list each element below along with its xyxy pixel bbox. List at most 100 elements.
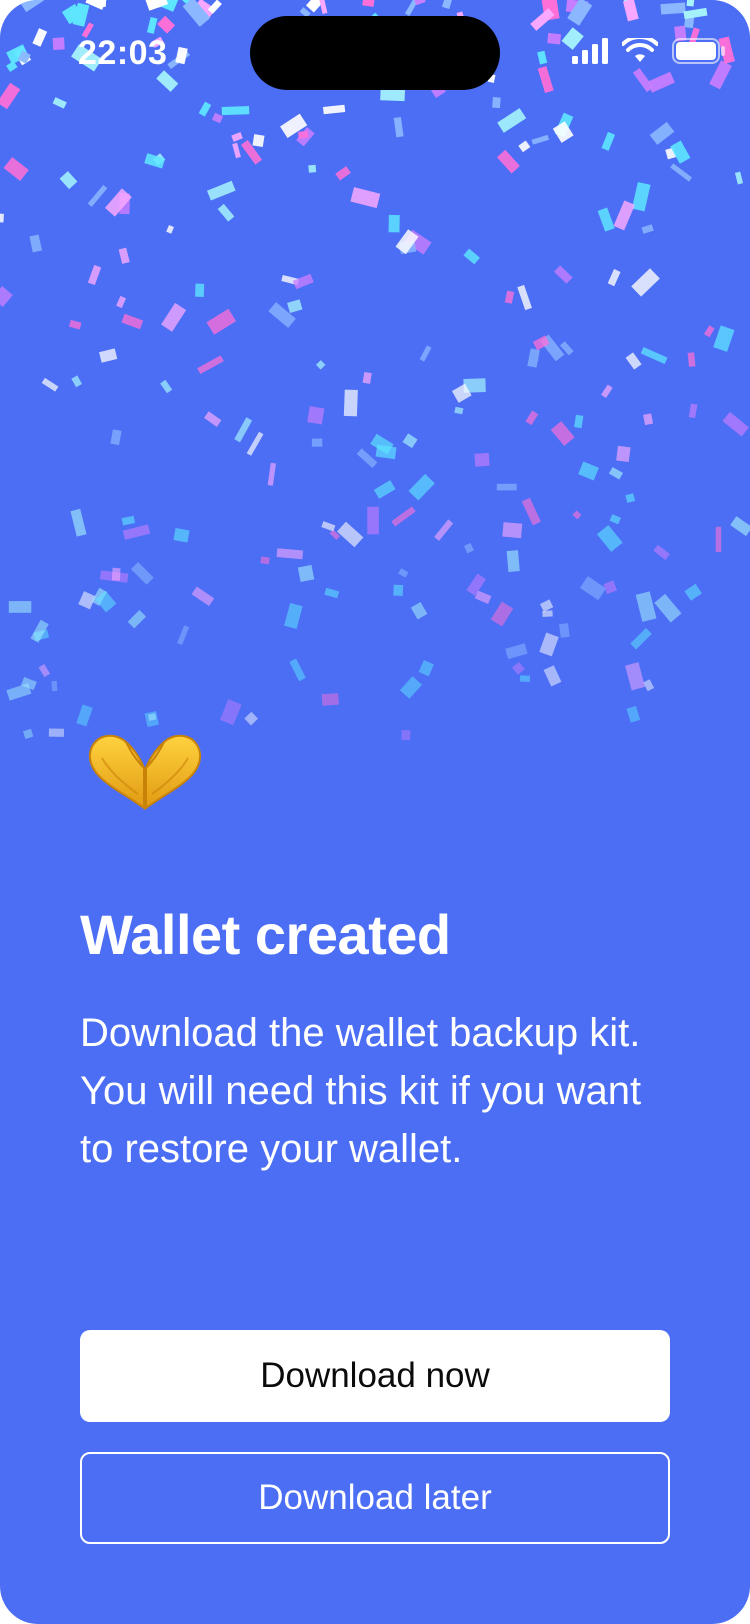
confetti-piece	[335, 166, 351, 181]
confetti-piece	[110, 429, 122, 446]
confetti-piece	[161, 302, 187, 332]
confetti-piece	[166, 225, 174, 234]
confetti-piece	[373, 480, 396, 499]
confetti-piece	[713, 325, 735, 352]
confetti-piece	[308, 164, 317, 173]
confetti-piece	[337, 521, 364, 548]
confetti-piece	[572, 510, 582, 520]
confetti-piece	[496, 149, 520, 174]
confetti-piece	[704, 325, 715, 338]
confetti-piece	[324, 587, 340, 599]
confetti-piece	[631, 268, 660, 297]
confetti-piece	[626, 705, 641, 723]
confetti-piece	[276, 548, 304, 560]
confetti-piece	[625, 352, 642, 370]
confetti-piece	[91, 587, 107, 606]
page-title: Wallet created	[80, 903, 451, 966]
confetti-piece	[410, 602, 428, 620]
confetti-piece	[399, 676, 423, 699]
confetti-piece	[490, 601, 514, 627]
confetti-piece	[367, 506, 379, 535]
confetti-piece	[531, 134, 550, 145]
page-description: Download the wallet backup kit. You will…	[80, 1011, 642, 1171]
confetti-piece	[404, 229, 432, 255]
confetti-piece	[670, 163, 693, 182]
confetti-piece	[603, 580, 618, 595]
confetti-piece	[597, 207, 615, 232]
wifi-icon	[622, 38, 658, 62]
confetti-piece	[70, 508, 87, 537]
confetti-piece	[29, 234, 43, 253]
confetti-piece	[252, 134, 265, 148]
confetti-piece	[362, 371, 372, 384]
confetti-piece	[204, 411, 222, 427]
confetti-piece	[217, 203, 235, 222]
download-now-button[interactable]: Download now	[80, 1330, 670, 1422]
confetti-piece	[609, 514, 622, 525]
confetti-piece	[553, 265, 573, 284]
cellular-signal-icon	[572, 38, 608, 64]
confetti-piece	[289, 658, 306, 682]
confetti-piece	[454, 406, 464, 415]
confetti-piece	[370, 433, 394, 455]
confetti-piece	[148, 713, 157, 721]
confetti-piece	[596, 525, 623, 552]
confetti-piece	[574, 414, 584, 429]
confetti-piece	[512, 661, 525, 675]
confetti-piece	[296, 127, 315, 147]
confetti-piece	[539, 632, 559, 657]
confetti-piece	[68, 319, 82, 330]
confetti-piece	[474, 452, 490, 467]
confetti-piece	[22, 728, 34, 740]
confetti-piece	[99, 570, 129, 583]
confetti-piece	[173, 528, 190, 543]
confetti-piece	[95, 590, 117, 613]
confetti-piece	[6, 683, 32, 701]
confetti-piece	[99, 348, 118, 363]
confetti-piece	[195, 283, 205, 297]
confetti-piece	[268, 302, 296, 328]
confetti-piece	[543, 665, 562, 687]
confetti-piece	[78, 591, 96, 610]
confetti-piece	[419, 345, 432, 362]
confetti-piece	[559, 623, 570, 638]
confetti-piece	[640, 346, 668, 365]
confetti-piece	[87, 184, 108, 207]
confetti-piece	[76, 704, 93, 727]
confetti-piece	[191, 586, 215, 607]
confetti-piece	[71, 375, 83, 388]
confetti-piece	[234, 417, 253, 443]
confetti-piece	[540, 334, 565, 362]
confetti-piece	[48, 728, 65, 737]
confetti-piece	[122, 524, 151, 540]
confetti-piece	[118, 247, 130, 264]
confetti-piece	[356, 448, 378, 469]
confetti-piece	[38, 663, 51, 678]
confetti-piece	[144, 153, 166, 169]
confetti-piece	[517, 284, 532, 311]
confetti-piece	[451, 383, 472, 403]
confetti-piece	[231, 132, 243, 142]
confetti-piece	[641, 224, 654, 234]
confetti-piece	[502, 522, 523, 539]
confetti-piece	[463, 248, 480, 265]
confetti-piece	[607, 269, 621, 287]
confetti-piece	[518, 140, 531, 153]
confetti-piece	[525, 410, 539, 426]
confetti-piece	[41, 377, 59, 392]
confetti-piece	[307, 406, 325, 425]
confetti-piece	[321, 693, 339, 706]
confetti-piece	[687, 352, 696, 367]
confetti-decoration	[0, 0, 750, 741]
confetti-piece	[670, 140, 691, 164]
confetti-piece	[542, 610, 553, 618]
confetti-piece	[734, 171, 744, 185]
confetti-piece	[388, 214, 400, 233]
confetti-piece	[111, 567, 121, 581]
confetti-piece	[635, 591, 657, 622]
confetti-piece	[398, 568, 409, 578]
confetti-piece	[292, 273, 314, 290]
download-later-button[interactable]: Download later	[80, 1452, 670, 1544]
confetti-piece	[297, 564, 315, 582]
confetti-piece	[722, 411, 749, 437]
